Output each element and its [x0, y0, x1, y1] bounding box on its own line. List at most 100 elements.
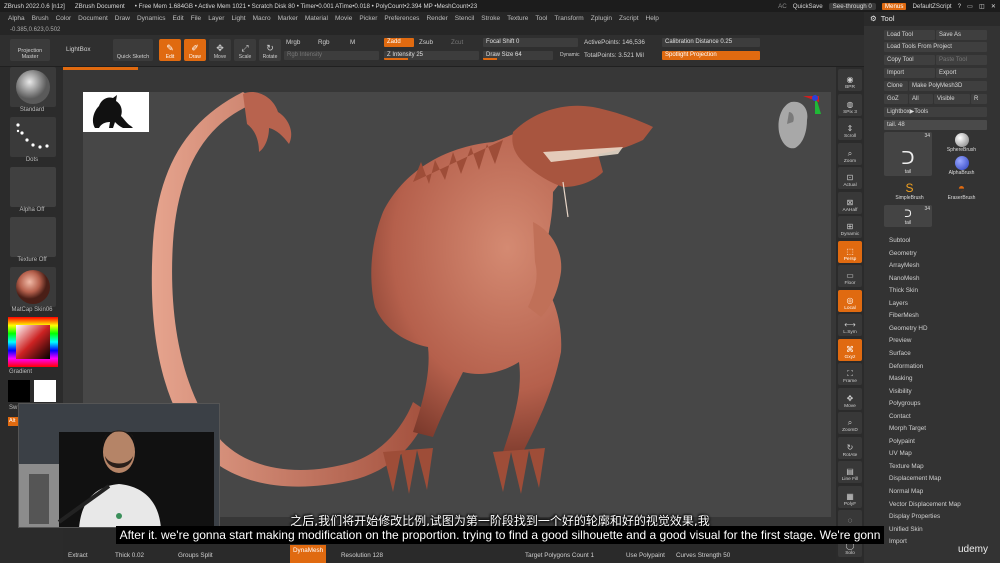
shelf-button-local[interactable]: ◎ Local [838, 289, 862, 312]
menu-brush[interactable]: Brush [32, 15, 49, 22]
zsub-button[interactable]: Zsub [419, 39, 433, 46]
rotate-button[interactable]: ↻ Rotate [259, 39, 281, 61]
lightbox-tools-button[interactable]: Lightbox▶Tools [884, 107, 987, 117]
z-intensity-slider[interactable]: Z Intensity 25 [384, 51, 479, 60]
lightbox-button[interactable]: LightBox [66, 46, 91, 53]
shelf-button-scroll[interactable]: ⇕ Scroll [838, 118, 862, 140]
subpalette-vector-displacement-map[interactable]: Vector Displacement Map [889, 501, 961, 508]
tool-thumb-tail-small[interactable]: 34 ᑐ tail [884, 205, 932, 227]
shelf-button-aahalf[interactable]: ⊠ AAHalf [838, 191, 862, 214]
zcut-button[interactable]: Zcut [451, 39, 463, 46]
menu-layer[interactable]: Layer [208, 15, 224, 22]
shelf-button-move[interactable]: ✥ Move [838, 387, 862, 410]
menu-marker[interactable]: Marker [278, 15, 298, 22]
shelf-button-zoom[interactable]: ⌕ Zoom [838, 142, 862, 165]
shelf-button-persp[interactable]: ⬚ Persp [838, 240, 862, 263]
subpalette-thick-skin[interactable]: Thick Skin [889, 287, 918, 294]
help-icon[interactable]: ? [958, 3, 961, 10]
menu-material[interactable]: Material [305, 15, 328, 22]
rgb-intensity-slider[interactable]: Rgb Intensity [284, 51, 379, 60]
menu-texture[interactable]: Texture [507, 15, 528, 22]
material-thumbnail[interactable] [10, 267, 56, 307]
shelf-button-spix-3[interactable]: ◍ SPix 3 [838, 93, 862, 116]
zadd-button[interactable]: Zadd [384, 38, 414, 47]
menu-light[interactable]: Light [231, 15, 245, 22]
menu-macro[interactable]: Macro [253, 15, 271, 22]
extract-button[interactable]: Extract [68, 552, 88, 559]
shelf-button-frame[interactable]: ⛶ Frame [838, 363, 862, 385]
subpalette-deformation[interactable]: Deformation [889, 363, 923, 370]
stroke-thumbnail[interactable] [10, 117, 56, 157]
export-button[interactable]: Export [936, 68, 987, 78]
subpalette-surface[interactable]: Surface [889, 350, 911, 357]
focal-shift-slider[interactable]: Focal Shift 0 [483, 38, 578, 47]
menu-edit[interactable]: Edit [173, 15, 184, 22]
menu-document[interactable]: Document [78, 15, 108, 22]
dynamic-button[interactable]: Dynamic [560, 52, 579, 58]
subpalette-uv-map[interactable]: UV Map [889, 450, 912, 457]
alpha-thumbnail[interactable] [10, 167, 56, 207]
menu-picker[interactable]: Picker [359, 15, 377, 22]
goz-visible-button[interactable]: Visible [934, 94, 970, 104]
menu-movie[interactable]: Movie [335, 15, 352, 22]
tool-thumb-sphere[interactable]: SphereBrush [936, 132, 987, 154]
import-button[interactable]: Import [884, 68, 935, 78]
dynamesh-button[interactable]: DynaMesh [290, 545, 327, 563]
thick-slider[interactable]: Thick 0.02 [115, 552, 144, 559]
subpalette-morph-target[interactable]: Morph Target [889, 425, 926, 432]
quick-sketch-button[interactable]: Quick Sketch [113, 39, 153, 61]
paste-tool-button[interactable]: Paste Tool [936, 55, 987, 65]
goz-r-button[interactable]: R [971, 94, 987, 104]
subpalette-texture-map[interactable]: Texture Map [889, 463, 924, 470]
projection-master-button[interactable]: Projection Master [10, 39, 50, 61]
tool-thumb-simple[interactable]: S SimpleBrush [884, 180, 935, 202]
menu-zplugin[interactable]: Zplugin [591, 15, 612, 22]
use-polypaint-button[interactable]: Use Polypaint [626, 552, 665, 559]
load-from-project-button[interactable]: Load Tools From Project [884, 42, 987, 52]
menu-zscript[interactable]: Zscript [619, 15, 639, 22]
current-tool-slider[interactable]: tail. 48 [884, 120, 987, 130]
goz-button[interactable]: GoZ [884, 94, 908, 104]
menu-help[interactable]: Help [646, 15, 659, 22]
resolution-slider[interactable]: Resolution 128 [341, 552, 383, 559]
calibration-distance-slider[interactable]: Calibration Distance 0.25 [662, 38, 760, 47]
shelf-button-l-sym[interactable]: ⟷ L.Sym [838, 314, 862, 336]
secondary-color-swatch[interactable] [34, 380, 56, 402]
shelf-button-rotate[interactable]: ↻ RotAte [838, 436, 862, 459]
shelf-button-line-fill[interactable]: ▤ Line Fill [838, 461, 862, 483]
menu-alpha[interactable]: Alpha [8, 15, 25, 22]
move-button[interactable]: ✥ Move [209, 39, 231, 61]
menu-preferences[interactable]: Preferences [384, 15, 419, 22]
tool-thumb-tail-large[interactable]: 34 ᑐ tail [884, 132, 932, 176]
menu-render[interactable]: Render [426, 15, 447, 22]
subpalette-polypaint[interactable]: Polypaint [889, 438, 915, 445]
tool-thumb-alpha[interactable]: AlphaBrush [936, 155, 987, 177]
mrgb-button[interactable]: Mrgb [286, 39, 300, 46]
minimize-icon[interactable]: ▭ [967, 3, 973, 10]
subpalette-masking[interactable]: Masking [889, 375, 912, 382]
brush-thumbnail[interactable] [10, 67, 56, 107]
shelf-button-bpr[interactable]: ◉ BPR [838, 69, 862, 91]
default-zscript-button[interactable]: DefaultZScript [912, 3, 951, 10]
spotlight-projection-button[interactable]: Spotlight Projection [662, 51, 760, 60]
color-picker[interactable] [8, 317, 58, 367]
menu-dynamics[interactable]: Dynamics [137, 15, 166, 22]
subpalette-preview[interactable]: Preview [889, 337, 911, 344]
close-icon[interactable]: ✕ [991, 3, 996, 10]
edit-button[interactable]: ✎ Edit [159, 39, 181, 61]
menu-color[interactable]: Color [56, 15, 72, 22]
shelf-button-actual[interactable]: ⊡ Actual [838, 167, 862, 189]
subpalette-displacement-map[interactable]: Displacement Map [889, 475, 941, 482]
copy-tool-button[interactable]: Copy Tool [884, 55, 935, 65]
scale-button[interactable]: ⤢ Scale [234, 39, 256, 61]
rgb-button[interactable]: Rgb [318, 39, 330, 46]
load-tool-button[interactable]: Load Tool [884, 30, 935, 40]
goz-all-button[interactable]: All [909, 94, 933, 104]
target-polygons-slider[interactable]: Target Polygons Count 1 [525, 552, 594, 559]
groups-split-button[interactable]: Groups Split [178, 552, 213, 559]
draw-size-slider[interactable]: Draw Size 64 [483, 51, 553, 60]
subpalette-geometry[interactable]: Geometry [889, 250, 917, 257]
see-through-slider[interactable]: See-through 0 [828, 2, 876, 10]
draw-button[interactable]: ✐ Draw [184, 39, 206, 61]
menu-stencil[interactable]: Stencil [455, 15, 475, 22]
